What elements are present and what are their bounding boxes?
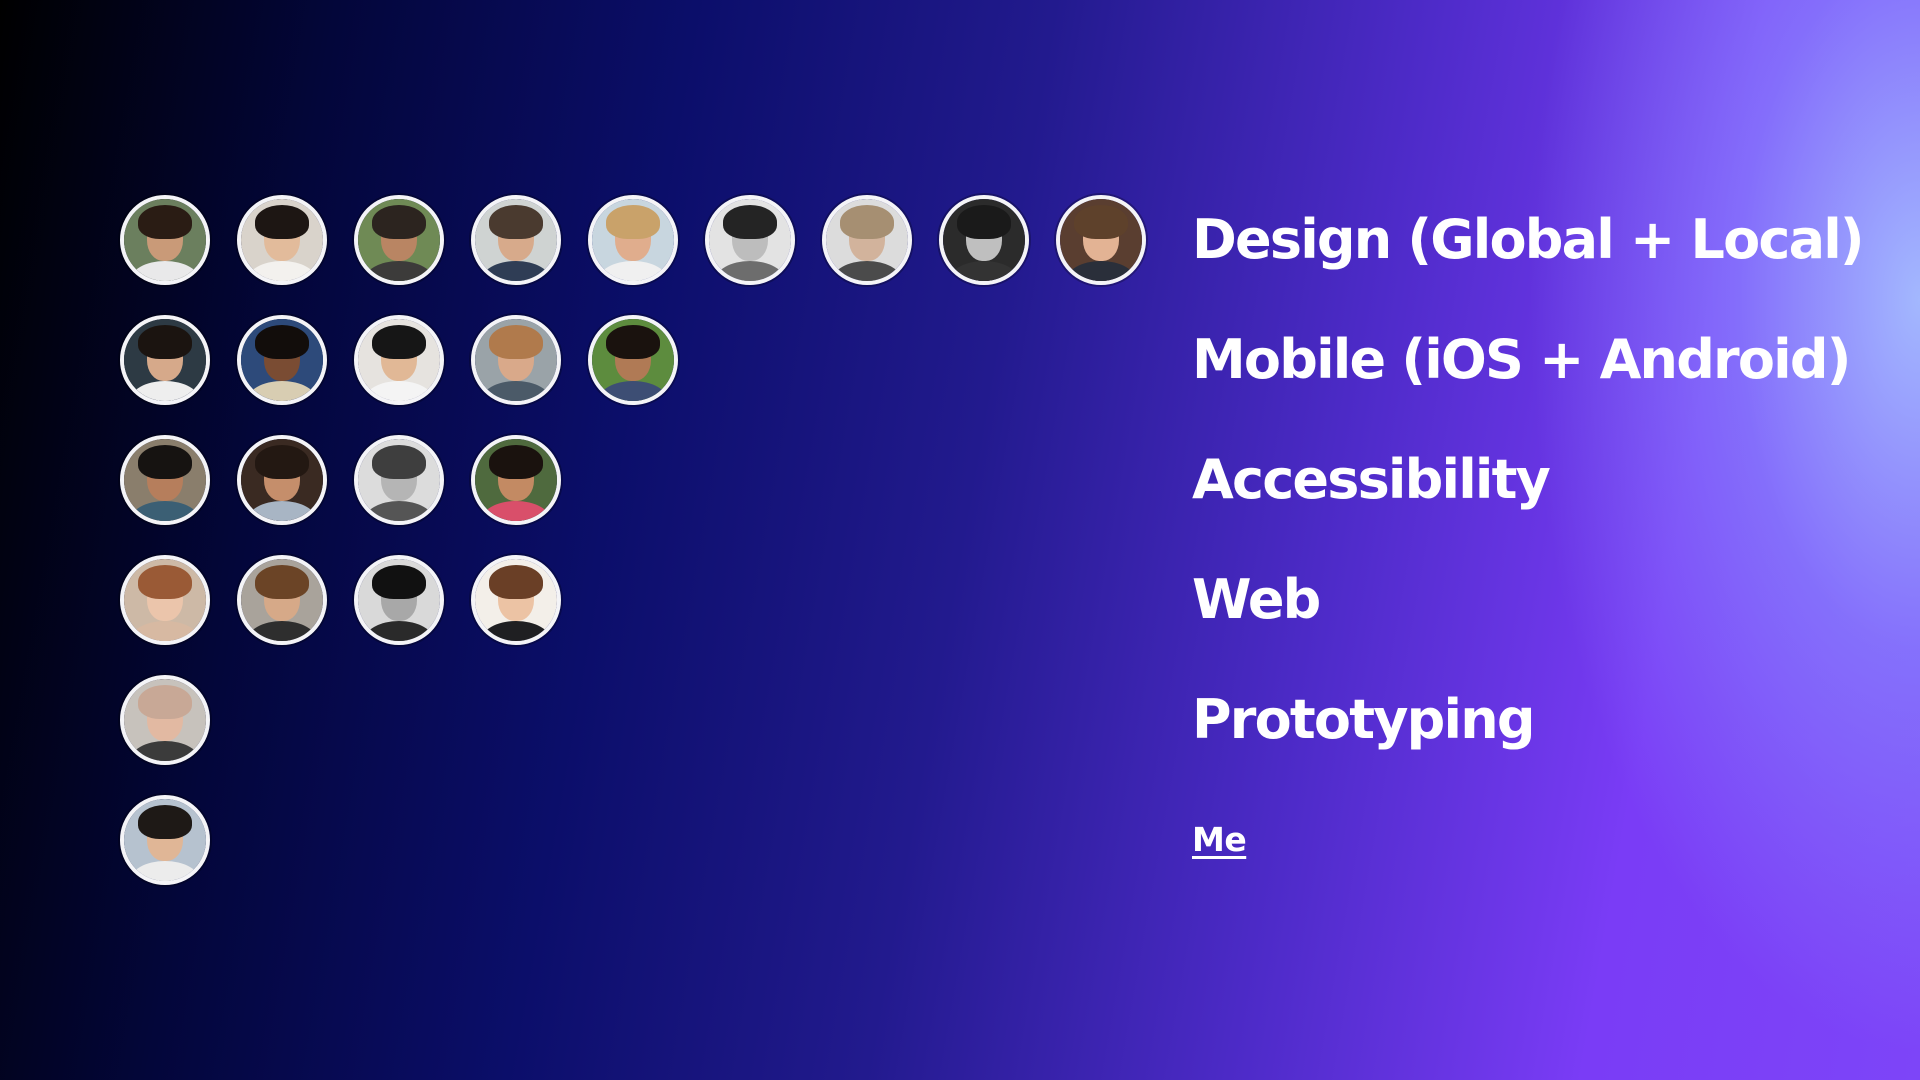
avatar-hair [489, 205, 543, 239]
team-row: Me [0, 780, 1920, 900]
avatar [588, 315, 678, 405]
avatar-hair [138, 325, 192, 359]
avatar-hair [840, 205, 894, 239]
avatar-group [120, 420, 561, 540]
avatar [237, 315, 327, 405]
avatar-group [120, 660, 210, 780]
avatar-hair [606, 205, 660, 239]
team-rows: Design (Global + Local) Mobile (iOS + And… [0, 0, 1920, 1080]
avatar [354, 315, 444, 405]
team-row: Design (Global + Local) [0, 180, 1920, 300]
avatar [1056, 195, 1146, 285]
avatar [705, 195, 795, 285]
avatar [354, 555, 444, 645]
avatar [237, 435, 327, 525]
team-row: Mobile (iOS + Android) [0, 300, 1920, 420]
slide: Design (Global + Local) Mobile (iOS + And… [0, 0, 1920, 1080]
avatar-hair [606, 325, 660, 359]
avatar [822, 195, 912, 285]
avatar-hair [138, 805, 192, 839]
avatar-hair [255, 325, 309, 359]
avatar [120, 435, 210, 525]
avatar [471, 435, 561, 525]
avatar-hair [723, 205, 777, 239]
avatar-hair [138, 685, 192, 719]
team-row: Web [0, 540, 1920, 660]
avatar-group [120, 780, 210, 900]
avatar-hair [255, 565, 309, 599]
avatar [120, 795, 210, 885]
avatar-hair [372, 205, 426, 239]
me-link[interactable]: Me [1192, 780, 1247, 900]
avatar-hair [138, 445, 192, 479]
avatar [120, 555, 210, 645]
avatar [354, 435, 444, 525]
avatar-hair [255, 445, 309, 479]
avatar [471, 195, 561, 285]
category-label: Accessibility [1192, 448, 1551, 511]
avatar-hair [372, 445, 426, 479]
category-label: Mobile (iOS + Android) [1192, 328, 1851, 391]
team-row: Accessibility [0, 420, 1920, 540]
avatar-hair [138, 205, 192, 239]
avatar [120, 675, 210, 765]
avatar-hair [255, 205, 309, 239]
avatar-hair [1074, 205, 1128, 239]
avatar-group [120, 180, 1146, 300]
avatar [939, 195, 1029, 285]
avatar [237, 555, 327, 645]
avatar [120, 315, 210, 405]
avatar-hair [957, 205, 1011, 239]
avatar [588, 195, 678, 285]
category-label: Prototyping [1192, 688, 1536, 751]
avatar-group [120, 540, 561, 660]
avatar-hair [489, 445, 543, 479]
avatar-hair [372, 565, 426, 599]
avatar-hair [138, 565, 192, 599]
category-label: Web [1192, 568, 1321, 631]
avatar-hair [489, 325, 543, 359]
avatar [120, 195, 210, 285]
avatar [354, 195, 444, 285]
team-row: Prototyping [0, 660, 1920, 780]
avatar-group [120, 300, 678, 420]
avatar-hair [372, 325, 426, 359]
avatar [471, 315, 561, 405]
category-label: Design (Global + Local) [1192, 208, 1865, 271]
avatar-hair [489, 565, 543, 599]
avatar [237, 195, 327, 285]
avatar [471, 555, 561, 645]
